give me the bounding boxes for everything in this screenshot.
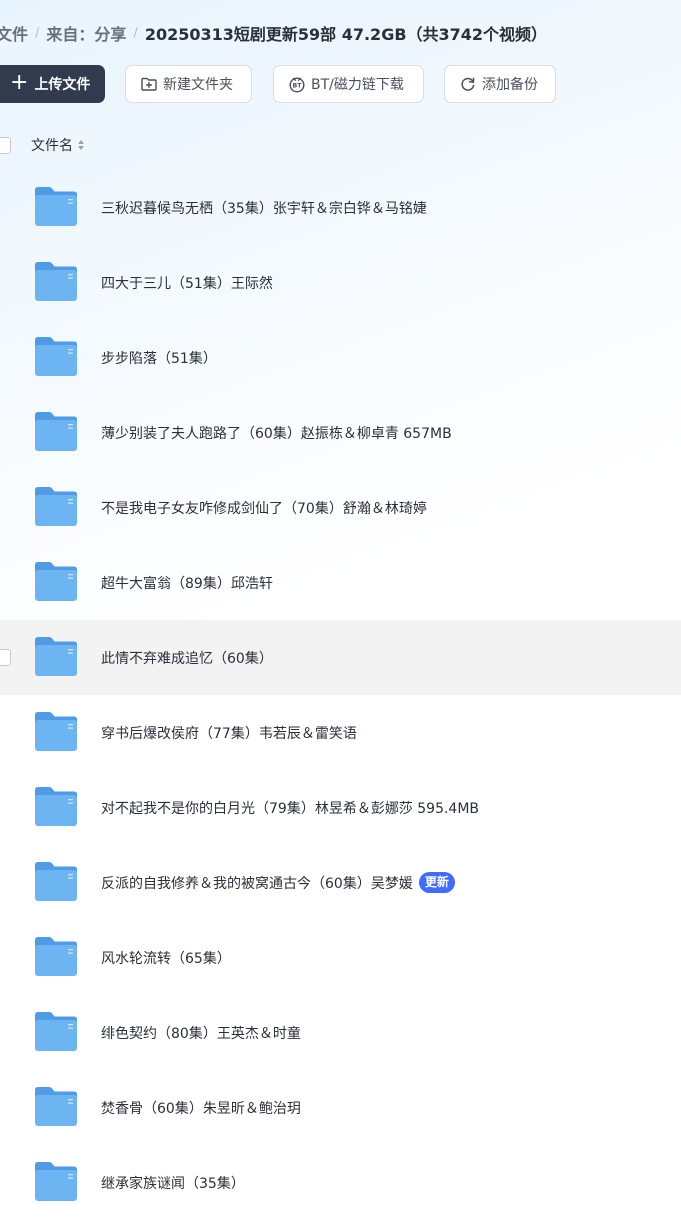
folder-icon: [33, 260, 79, 303]
upload-file-button[interactable]: + 上传文件: [0, 65, 105, 103]
file-row[interactable]: 风水轮流转（65集）: [0, 920, 681, 995]
bt-icon: BT: [288, 75, 306, 93]
file-name[interactable]: 对不起我不是你的白月光（79集）林昱希＆彭娜莎 595.4MB: [101, 798, 479, 818]
file-name[interactable]: 穿书后爆改侯府（77集）韦若辰＆雷笑语: [101, 723, 357, 743]
new-folder-button[interactable]: 新建文件夹: [125, 65, 252, 103]
sort-by-name-header[interactable]: 文件名: [31, 135, 84, 155]
file-name[interactable]: 此情不弃难成追忆（60集）: [101, 648, 273, 668]
file-name[interactable]: 超牛大富翁（89集）邱浩轩: [101, 573, 273, 593]
folder-icon: [33, 335, 79, 378]
file-name[interactable]: 薄少别装了夫人跑路了（60集）赵振栋＆柳卓青 657MB: [101, 423, 452, 443]
file-name[interactable]: 步步陷落（51集）: [101, 348, 217, 368]
file-row[interactable]: 继承家族谜闻（35集）: [0, 1145, 681, 1220]
folder-icon: [33, 1160, 79, 1203]
folder-icon: [33, 485, 79, 528]
file-row[interactable]: 焚香骨（60集）朱昱昕＆鲍治玥: [0, 1070, 681, 1145]
upload-file-label: 上传文件: [34, 77, 91, 93]
folder-icon: [33, 635, 79, 678]
breadcrumb: 文件 / 来自：分享 / 20250313短剧更新59部 47.2GB（共374…: [0, 20, 547, 46]
file-row[interactable]: 此情不弃难成追忆（60集）: [0, 620, 681, 695]
new-folder-label: 新建文件夹: [163, 77, 233, 93]
folder-icon: [33, 785, 79, 828]
file-list-header: 文件名: [0, 130, 681, 160]
file-list: 三秋迟暮候鸟无栖（35集）张宇轩＆宗白铧＆马铭婕 四大于三儿（51集）王际然 步步陷…: [0, 170, 681, 1220]
breadcrumb-item-files[interactable]: 文件: [0, 21, 28, 45]
file-name[interactable]: 绯色契约（80集）王英杰＆时童: [101, 1023, 301, 1043]
file-name[interactable]: 三秋迟暮候鸟无栖（35集）张宇轩＆宗白铧＆马铭婕: [101, 198, 427, 218]
file-name[interactable]: 不是我电子女友咋修成剑仙了（70集）舒瀚＆林琦婷: [101, 498, 427, 518]
update-badge: 更新: [418, 872, 455, 893]
folder-icon: [33, 1010, 79, 1053]
file-name[interactable]: 风水轮流转（65集）: [101, 948, 231, 968]
folder-icon: [33, 185, 79, 228]
select-all-checkbox[interactable]: [0, 136, 11, 154]
file-name[interactable]: 继承家族谜闻（35集）: [101, 1173, 245, 1193]
bt-magnet-download-button[interactable]: BT BT/磁力链下载: [273, 65, 424, 103]
new-folder-icon: [140, 75, 158, 93]
file-row[interactable]: 薄少别装了夫人跑路了（60集）赵振栋＆柳卓青 657MB: [0, 395, 681, 470]
file-name[interactable]: 焚香骨（60集）朱昱昕＆鲍治玥: [101, 1098, 301, 1118]
file-row[interactable]: 不是我电子女友咋修成剑仙了（70集）舒瀚＆林琦婷: [0, 470, 681, 545]
column-header-name: 文件名: [31, 138, 73, 154]
breadcrumb-item-shared[interactable]: 来自：分享: [46, 21, 126, 45]
file-row[interactable]: 三秋迟暮候鸟无栖（35集）张宇轩＆宗白铧＆马铭婕: [0, 170, 681, 245]
file-row[interactable]: 穿书后爆改侯府（77集）韦若辰＆雷笑语: [0, 695, 681, 770]
sort-icon: [78, 140, 84, 150]
breadcrumb-separator: /: [133, 25, 138, 41]
breadcrumb-separator: /: [35, 25, 40, 41]
file-row[interactable]: 四大于三儿（51集）王际然: [0, 245, 681, 320]
file-row[interactable]: 步步陷落（51集）: [0, 320, 681, 395]
plus-icon: +: [10, 70, 29, 95]
file-name[interactable]: 反派的自我修养＆我的被窝通古今（60集）吴梦媛: [101, 873, 413, 893]
folder-icon: [33, 560, 79, 603]
breadcrumb-current-folder: 20250313短剧更新59部 47.2GB（共3742个视频）: [144, 25, 548, 44]
folder-icon: [33, 935, 79, 978]
folder-icon: [33, 1085, 79, 1128]
bt-magnet-download-label: BT/磁力链下载: [311, 77, 404, 93]
file-row[interactable]: 超牛大富翁（89集）邱浩轩: [0, 545, 681, 620]
folder-icon: [33, 710, 79, 753]
svg-text:BT: BT: [293, 82, 303, 89]
toolbar: + 上传文件 新建文件夹 BT BT/磁力链下载 添加备份: [0, 65, 556, 103]
file-row[interactable]: 绯色契约（80集）王英杰＆时童: [0, 995, 681, 1070]
backup-sync-icon: [459, 75, 477, 93]
folder-icon: [33, 860, 79, 903]
add-backup-label: 添加备份: [482, 77, 538, 93]
file-row[interactable]: 反派的自我修养＆我的被窝通古今（60集）吴梦媛 更新: [0, 845, 681, 920]
file-row[interactable]: 对不起我不是你的白月光（79集）林昱希＆彭娜莎 595.4MB: [0, 770, 681, 845]
file-name[interactable]: 四大于三儿（51集）王际然: [101, 273, 273, 293]
folder-icon: [33, 410, 79, 453]
row-checkbox[interactable]: [0, 649, 11, 666]
add-backup-button[interactable]: 添加备份: [444, 65, 556, 103]
